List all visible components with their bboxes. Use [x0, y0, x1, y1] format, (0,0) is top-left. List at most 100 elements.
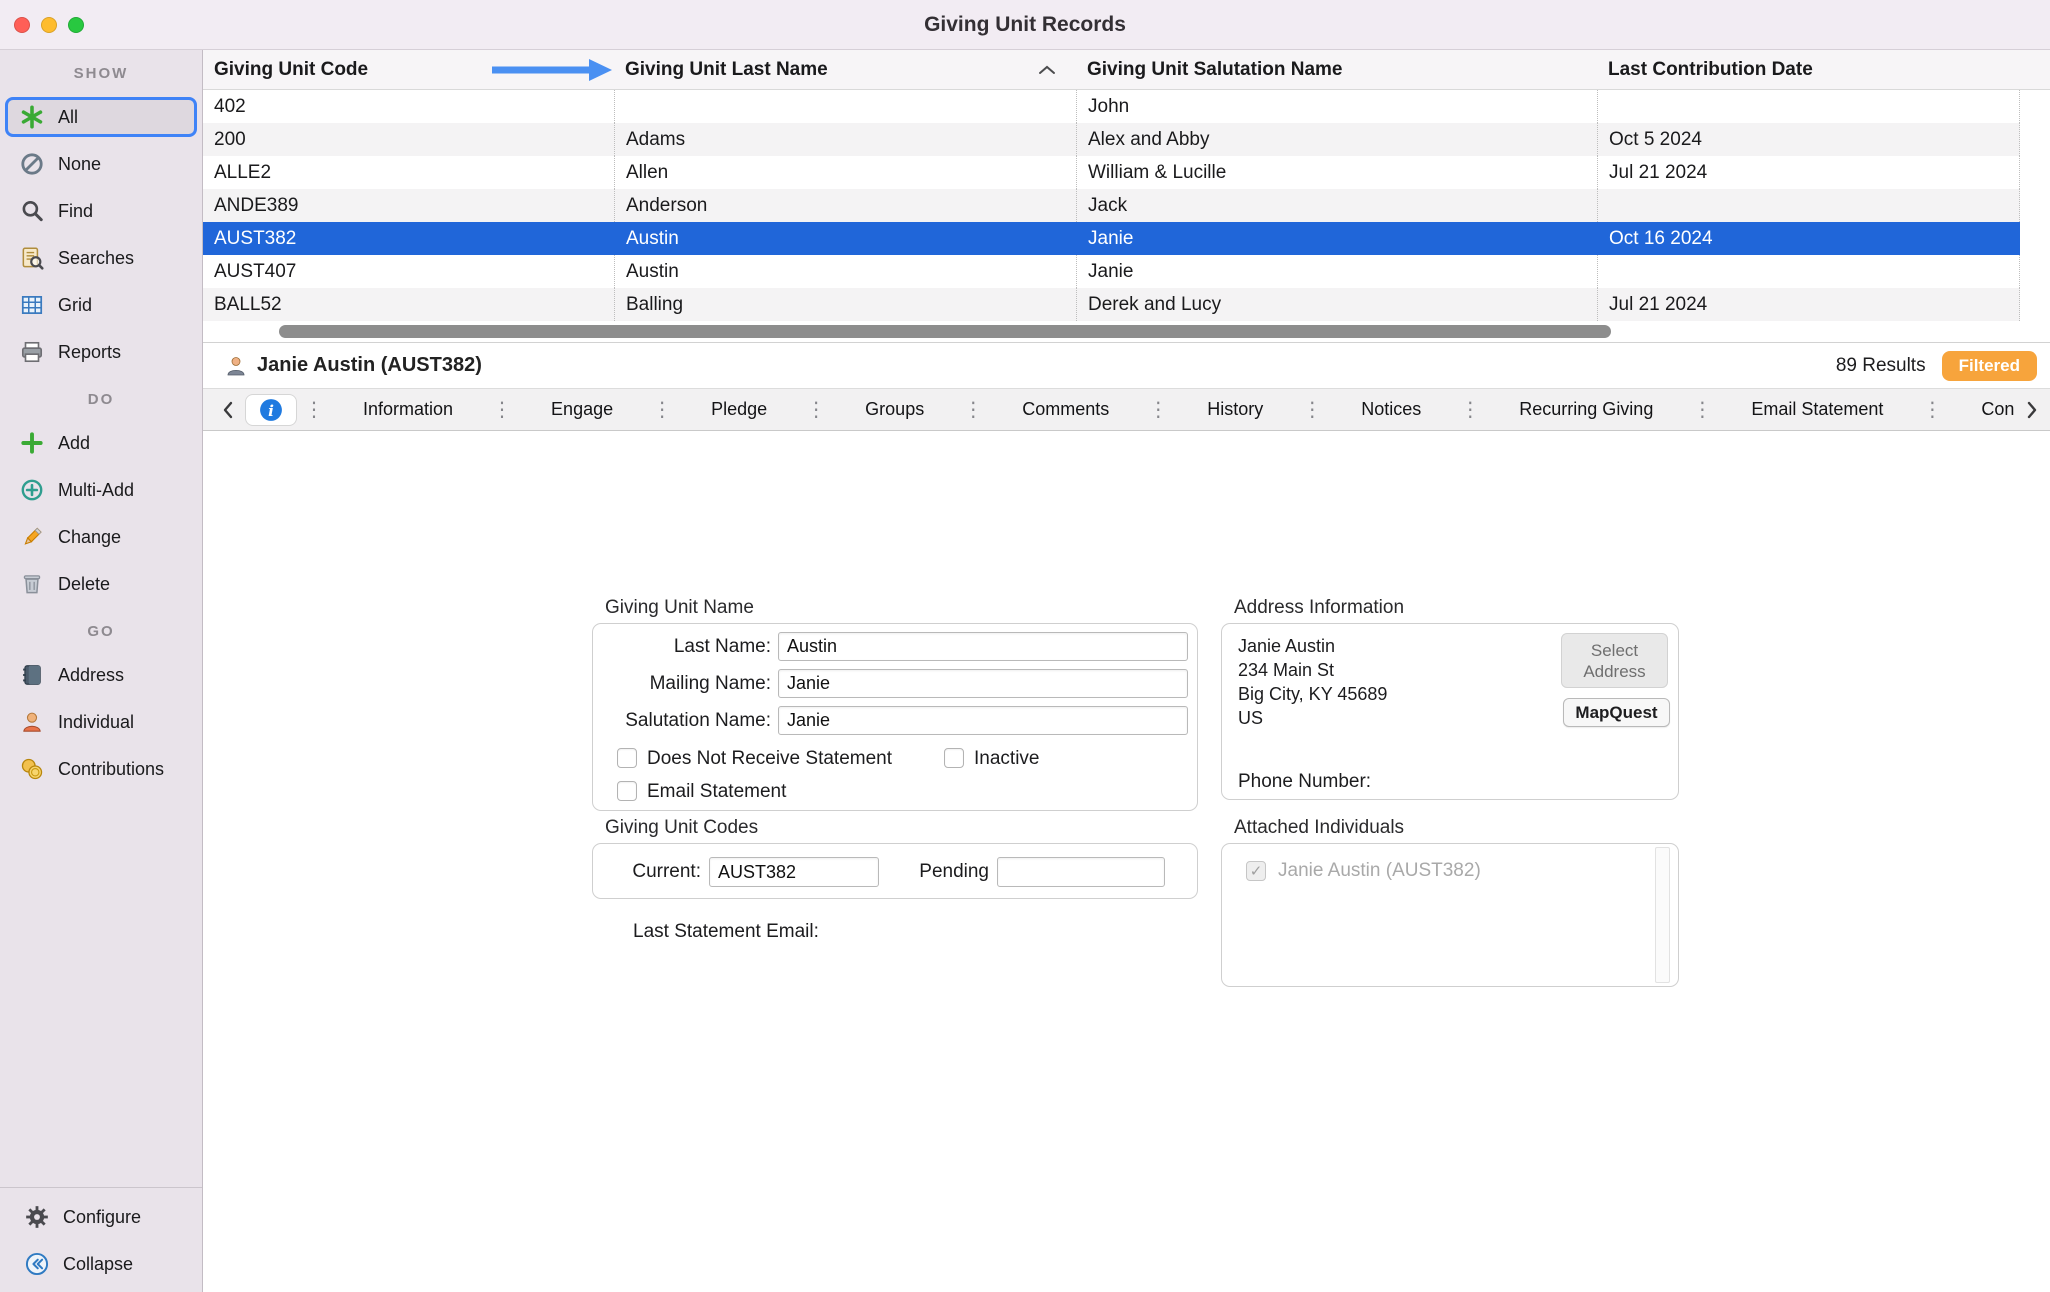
- sidebar-item-searches[interactable]: Searches: [5, 238, 197, 278]
- sidebar-item-label: Delete: [58, 574, 110, 595]
- tab-drag-handle-icon[interactable]: ⋮: [1922, 400, 1942, 420]
- mailing-name-label: Mailing Name:: [593, 669, 771, 698]
- mailing-name-input[interactable]: [778, 669, 1188, 698]
- zoom-button[interactable]: [68, 17, 84, 33]
- table-row[interactable]: ANDE389 Anderson Jack: [203, 189, 2020, 222]
- sidebar-item-reports[interactable]: Reports: [5, 332, 197, 372]
- sidebar-item-none[interactable]: None: [5, 144, 197, 184]
- salutation-name-input[interactable]: [778, 706, 1188, 735]
- results-count: 89 Results: [1836, 355, 1926, 377]
- tab-comments[interactable]: Comments: [988, 389, 1143, 430]
- tab-information[interactable]: Information: [329, 389, 487, 430]
- does-not-receive-statement-label: Does Not Receive Statement: [647, 748, 892, 769]
- tab-pledge[interactable]: Pledge: [677, 389, 801, 430]
- sidebar-item-find[interactable]: Find: [5, 191, 197, 231]
- column-header-giving-unit-salutation-name[interactable]: Giving Unit Salutation Name: [1076, 50, 1597, 89]
- horizontal-scrollbar-track[interactable]: [203, 321, 2050, 343]
- giving-unit-codes-section-label: Giving Unit Codes: [605, 817, 758, 839]
- sidebar-item-individual[interactable]: Individual: [5, 702, 197, 742]
- tab-drag-handle-icon[interactable]: ⋮: [304, 400, 324, 420]
- sidebar-item-configure[interactable]: Configure: [10, 1197, 192, 1237]
- prohibition-icon: [19, 151, 45, 177]
- table-header: Giving Unit Code Giving Unit Last Name G…: [203, 50, 2050, 90]
- sidebar-item-label: Collapse: [63, 1254, 133, 1275]
- plus-icon: [19, 430, 45, 456]
- sidebar-item-change[interactable]: Change: [5, 517, 197, 557]
- column-header-last-contribution-date[interactable]: Last Contribution Date: [1597, 50, 2020, 89]
- chevron-left-icon: [221, 400, 234, 420]
- last-name-input[interactable]: [778, 632, 1188, 661]
- does-not-receive-statement-checkbox[interactable]: [617, 748, 637, 768]
- sidebar-item-address[interactable]: Address: [5, 655, 197, 695]
- sidebar-item-label: Find: [58, 201, 93, 222]
- column-header-giving-unit-last-name[interactable]: Giving Unit Last Name: [614, 50, 1076, 89]
- sidebar-item-label: Contributions: [58, 759, 164, 780]
- email-statement-checkbox[interactable]: [617, 781, 637, 801]
- tab-drag-handle-icon[interactable]: ⋮: [652, 400, 672, 420]
- table-row[interactable]: 402 John: [203, 90, 2020, 123]
- sidebar-item-add[interactable]: Add: [5, 423, 197, 463]
- table-row[interactable]: 200 Adams Alex and Abby Oct 5 2024: [203, 123, 2020, 156]
- salutation-name-label: Salutation Name:: [593, 706, 771, 735]
- table-row[interactable]: AUST407 Austin Janie: [203, 255, 2020, 288]
- sidebar-item-label: Change: [58, 527, 121, 548]
- giving-unit-table: 402 John 200 Adams Alex and Abby Oct 5 2…: [203, 90, 2050, 321]
- tab-recurring-giving[interactable]: Recurring Giving: [1485, 389, 1687, 430]
- tab-drag-handle-icon[interactable]: ⋮: [1302, 400, 1322, 420]
- tab-notices[interactable]: Notices: [1327, 389, 1455, 430]
- inactive-checkbox[interactable]: [944, 748, 964, 768]
- title-bar: Giving Unit Records: [0, 0, 2050, 50]
- giving-unit-codes-group: Current: Pending: [592, 843, 1198, 899]
- saved-searches-icon: [19, 245, 45, 271]
- tabs-scroll-right-button[interactable]: [2014, 389, 2050, 431]
- mapquest-button[interactable]: MapQuest: [1563, 698, 1670, 727]
- trash-icon: [19, 571, 45, 597]
- sidebar-item-collapse[interactable]: Collapse: [10, 1244, 192, 1284]
- tab-groups[interactable]: Groups: [831, 389, 958, 430]
- address-line: Janie Austin: [1238, 634, 1387, 658]
- tab-drag-handle-icon[interactable]: ⋮: [492, 400, 512, 420]
- tab-email-statement[interactable]: Email Statement: [1717, 389, 1917, 430]
- tabs-scroll-left-button[interactable]: [211, 389, 243, 430]
- table-row[interactable]: ALLE2 Allen William & Lucille Jul 21 202…: [203, 156, 2020, 189]
- tab-drag-handle-icon[interactable]: ⋮: [1692, 400, 1712, 420]
- sidebar-item-grid[interactable]: Grid: [5, 285, 197, 325]
- tab-drag-handle-icon[interactable]: ⋮: [806, 400, 826, 420]
- sidebar-footer: Configure Collapse: [0, 1187, 202, 1292]
- coins-icon: [19, 756, 45, 782]
- sidebar-item-label: Address: [58, 665, 124, 686]
- sidebar-item-label: None: [58, 154, 101, 175]
- pending-code-input[interactable]: [997, 857, 1165, 887]
- tab-info[interactable]: i: [245, 394, 297, 426]
- select-address-button[interactable]: Select Address: [1561, 633, 1668, 688]
- tab-drag-handle-icon[interactable]: ⋮: [1460, 400, 1480, 420]
- address-block: Janie Austin 234 Main St Big City, KY 45…: [1238, 634, 1387, 730]
- sidebar-item-label: Add: [58, 433, 90, 454]
- current-code-input[interactable]: [709, 857, 879, 887]
- last-statement-email-label: Last Statement Email:: [633, 921, 819, 943]
- sidebar-item-multi-add[interactable]: Multi-Add: [5, 470, 197, 510]
- sidebar-item-all[interactable]: All: [5, 97, 197, 137]
- table-row[interactable]: BALL52 Balling Derek and Lucy Jul 21 202…: [203, 288, 2020, 321]
- tab-engage[interactable]: Engage: [517, 389, 647, 430]
- sidebar-item-delete[interactable]: Delete: [5, 564, 197, 604]
- tab-drag-handle-icon[interactable]: ⋮: [963, 400, 983, 420]
- attached-individuals-group: ✓ Janie Austin (AUST382): [1221, 843, 1679, 987]
- minimize-button[interactable]: [41, 17, 57, 33]
- tab-drag-handle-icon[interactable]: ⋮: [1148, 400, 1168, 420]
- sidebar-item-contributions[interactable]: Contributions: [5, 749, 197, 789]
- main-panel: Giving Unit Code Giving Unit Last Name G…: [203, 50, 2050, 1292]
- tab-history[interactable]: History: [1173, 389, 1297, 430]
- table-row-selected[interactable]: AUST382 Austin Janie Oct 16 2024: [203, 222, 2020, 255]
- filtered-badge[interactable]: Filtered: [1942, 351, 2037, 381]
- pending-code-label: Pending: [889, 857, 989, 887]
- vertical-scrollbar-track[interactable]: [1655, 847, 1670, 983]
- pencil-icon: [19, 524, 45, 550]
- horizontal-scrollbar-thumb[interactable]: [279, 325, 1611, 338]
- address-information-group: Janie Austin 234 Main St Big City, KY 45…: [1221, 623, 1679, 800]
- close-button[interactable]: [14, 17, 30, 33]
- sidebar-section-show: SHOW: [0, 58, 202, 90]
- sort-ascending-icon: [1038, 65, 1056, 75]
- attached-individual-checkbox[interactable]: ✓: [1246, 861, 1266, 881]
- info-icon: i: [259, 398, 283, 422]
